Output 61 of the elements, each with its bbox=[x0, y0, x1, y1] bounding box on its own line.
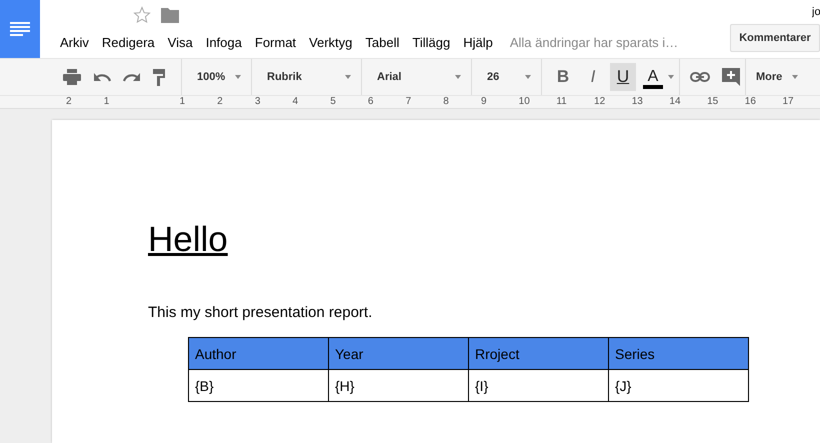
table-header-cell: Series bbox=[608, 338, 748, 370]
text-color-button[interactable]: A bbox=[640, 63, 666, 91]
table-cell: {H} bbox=[328, 370, 468, 402]
ruler-number: 1 bbox=[104, 96, 110, 108]
folder-icon[interactable] bbox=[161, 8, 179, 22]
table-cell: {I} bbox=[468, 370, 608, 402]
document-title: Hello bbox=[148, 220, 229, 260]
ruler-number: 6 bbox=[368, 96, 374, 108]
more-button[interactable]: More bbox=[746, 59, 808, 95]
table-cell: {B} bbox=[188, 370, 328, 402]
menu-item[interactable]: Redigera bbox=[102, 34, 155, 50]
save-status[interactable]: Alla ändringar har sparats i… bbox=[510, 34, 678, 50]
zoom-dropdown[interactable]: 100% bbox=[182, 59, 252, 95]
table-cell: {J} bbox=[608, 370, 748, 402]
ruler-number: 14 bbox=[669, 96, 682, 108]
ruler-number: 13 bbox=[632, 96, 644, 108]
paint-format-icon[interactable] bbox=[153, 68, 165, 86]
table-header-cell: Author bbox=[188, 338, 328, 370]
comment-icon[interactable] bbox=[722, 68, 740, 86]
ruler-number: 1 bbox=[179, 96, 186, 108]
ruler-number: 11 bbox=[556, 96, 568, 108]
document-paragraph: This my short presentation report. bbox=[148, 304, 374, 321]
user-name[interactable]: jo bbox=[812, 0, 820, 24]
ruler-number: 2 bbox=[217, 96, 224, 108]
redo-icon[interactable] bbox=[123, 72, 141, 82]
underline-button[interactable]: U bbox=[610, 63, 636, 91]
docs-logo[interactable] bbox=[0, 0, 40, 58]
menu-item[interactable]: Arkiv bbox=[60, 34, 89, 50]
ruler-number: 4 bbox=[292, 96, 300, 108]
table-header-cell: Rroject bbox=[468, 338, 608, 370]
ruler-number: 10 bbox=[518, 96, 531, 108]
ruler-number: 5 bbox=[330, 96, 337, 108]
ruler-number: 3 bbox=[254, 96, 262, 108]
menu-item[interactable]: Format bbox=[254, 34, 296, 50]
menu-item[interactable]: Hjälp bbox=[463, 34, 493, 50]
ruler-number: 16 bbox=[744, 96, 757, 108]
table-header-cell: Year bbox=[328, 338, 468, 370]
link-icon[interactable] bbox=[690, 72, 710, 82]
ruler-number: 7 bbox=[406, 96, 412, 108]
ruler-number: 17 bbox=[782, 96, 795, 108]
ruler-number: 2 bbox=[66, 96, 73, 108]
ruler-number: 15 bbox=[707, 96, 720, 108]
ruler-number: 9 bbox=[480, 96, 488, 108]
ruler[interactable]: 2 1 1 2 3 4 5 6 7 8 9 10 11 12 13 14 15 16 17 bbox=[0, 96, 820, 109]
menu-item[interactable]: Tillägg bbox=[412, 34, 450, 50]
star-icon[interactable] bbox=[133, 6, 151, 24]
style-dropdown[interactable]: Rubrik bbox=[252, 59, 362, 95]
menu-item[interactable]: Tabell bbox=[365, 34, 400, 50]
bold-button[interactable]: B bbox=[550, 63, 576, 91]
size-dropdown[interactable]: 26 bbox=[472, 59, 542, 95]
undo-icon[interactable] bbox=[93, 72, 111, 82]
comments-button[interactable]: Kommentarer bbox=[730, 24, 820, 52]
italic-button[interactable]: I bbox=[580, 63, 606, 91]
menu-item[interactable]: Infoga bbox=[206, 34, 242, 50]
font-dropdown[interactable]: Arial bbox=[362, 59, 472, 95]
ruler-number: 12 bbox=[594, 96, 606, 108]
menu-item[interactable]: Visa bbox=[168, 34, 193, 50]
ruler-number: 8 bbox=[443, 96, 450, 108]
print-icon[interactable] bbox=[63, 69, 81, 85]
menu-item[interactable]: Verktyg bbox=[309, 34, 352, 50]
docs-icon bbox=[10, 22, 30, 36]
